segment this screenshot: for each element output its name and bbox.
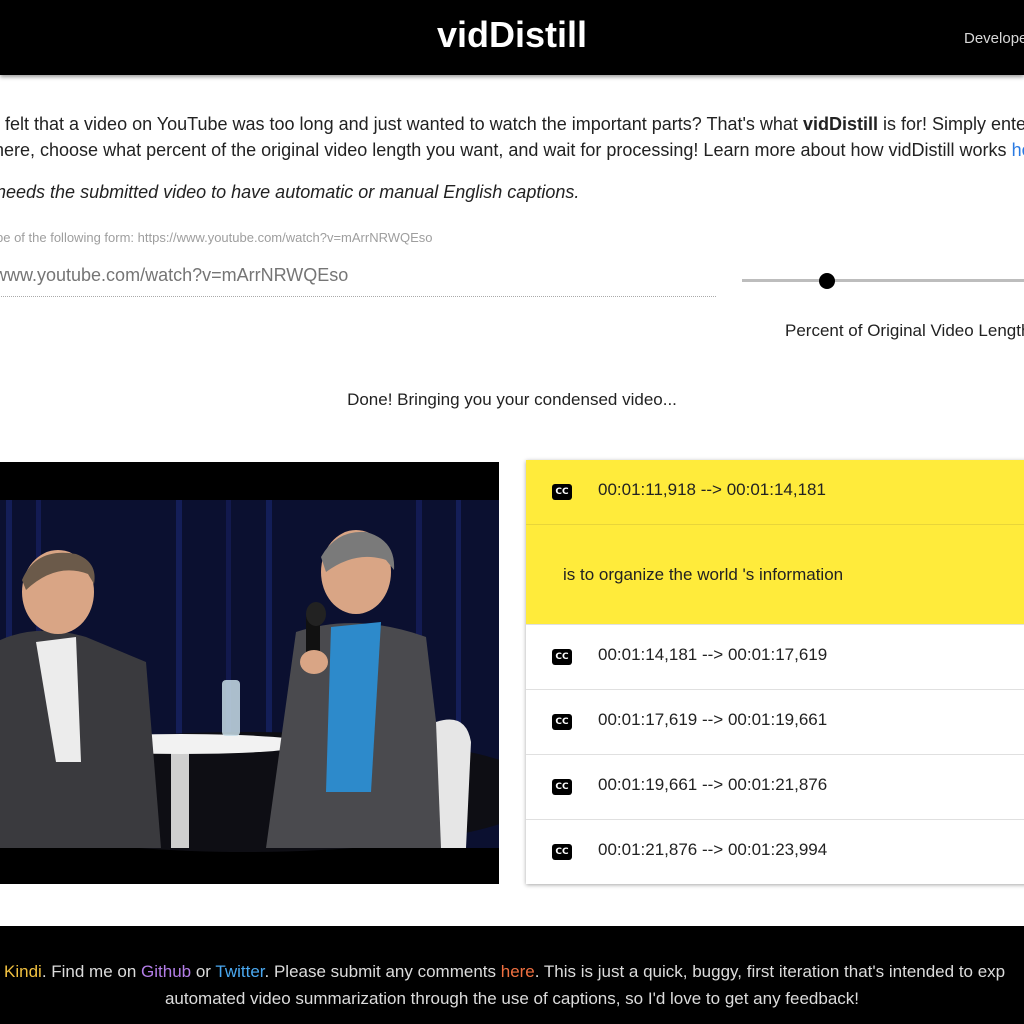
caption-timestamp: 00:01:21,876 --> 00:01:23,994 (598, 840, 828, 859)
developer-nav-link[interactable]: Developer (964, 30, 1024, 47)
learn-more-link[interactable]: here (1012, 140, 1024, 160)
footer-text: . Please submit any comments (264, 962, 501, 981)
caption-item-header[interactable]: CC 00:01:21,876 --> 00:01:23,994 (526, 820, 1024, 884)
author-link[interactable]: Kindi (4, 962, 42, 981)
cc-icon: CC (552, 484, 572, 500)
footer-text: . This is just a quick, buggy, first ite… (534, 962, 1006, 981)
twitter-link[interactable]: Twitter (215, 962, 264, 981)
caption-item-header[interactable]: CC 00:01:19,661 --> 00:01:21,876 (526, 755, 1024, 820)
video-frame (0, 462, 499, 884)
caption-item-header[interactable]: CC 00:01:14,181 --> 00:01:17,619 (526, 625, 1024, 690)
caption-timestamp: 00:01:14,181 --> 00:01:17,619 (598, 645, 828, 664)
top-bar: vidDistill Developer (0, 0, 1024, 75)
percent-slider-label: Percent of Original Video Length (785, 321, 1024, 340)
caption-text-panel: is to organize the world 's information (526, 525, 1024, 625)
intro-brand-bold: vidDistill (802, 114, 878, 134)
percent-slider-track[interactable] (742, 279, 1024, 282)
captions-list: CC 00:01:11,918 --> 00:01:14,181 is to o… (526, 460, 1024, 884)
github-link[interactable]: Github (141, 962, 191, 981)
footer-line-1: Kindi. Find me on Github or Twitter. Ple… (4, 962, 1005, 982)
caption-timestamp: 00:01:17,619 --> 00:01:19,661 (598, 710, 828, 729)
url-field-hint: be of the following form: https://www.yo… (0, 230, 433, 245)
cc-icon: CC (552, 714, 572, 730)
comments-link[interactable]: here (501, 962, 535, 981)
caption-timestamp: 00:01:19,661 --> 00:01:21,876 (598, 775, 828, 794)
intro-text: here, choose what percent of the origina… (0, 140, 1012, 160)
intro-line-1: r felt that a video on YouTube was too l… (0, 111, 1024, 137)
cc-icon: CC (552, 844, 572, 860)
footer-line-2: automated video summarization through th… (164, 989, 860, 1008)
video-player[interactable] (0, 462, 499, 884)
caption-timestamp: 00:01:11,918 --> 00:01:14,181 (598, 480, 826, 499)
captions-requirement-note: needs the submitted video to have automa… (0, 182, 580, 202)
intro-paragraph: r felt that a video on YouTube was too l… (0, 111, 1024, 165)
footer-text: . Find me on (41, 962, 142, 981)
footer-text: or (191, 962, 216, 981)
footer: Kindi. Find me on Github or Twitter. Ple… (0, 926, 1024, 1024)
status-message: Done! Bringing you your condensed video.… (347, 390, 677, 409)
intro-line-2: here, choose what percent of the origina… (0, 137, 1024, 163)
percent-slider-thumb[interactable] (819, 273, 835, 289)
cc-icon: CC (552, 779, 572, 795)
intro-text: is for! Simply enter a (882, 114, 1024, 134)
caption-text: is to organize the world 's information (563, 565, 844, 584)
intro-text: r felt that a video on YouTube was too l… (0, 114, 803, 134)
youtube-url-input[interactable] (0, 255, 716, 297)
caption-item-header[interactable]: CC 00:01:11,918 --> 00:01:14,181 (526, 460, 1024, 525)
brand-title[interactable]: vidDistill (0, 14, 1024, 56)
cc-icon: CC (552, 649, 572, 665)
caption-item-header[interactable]: CC 00:01:17,619 --> 00:01:19,661 (526, 690, 1024, 755)
